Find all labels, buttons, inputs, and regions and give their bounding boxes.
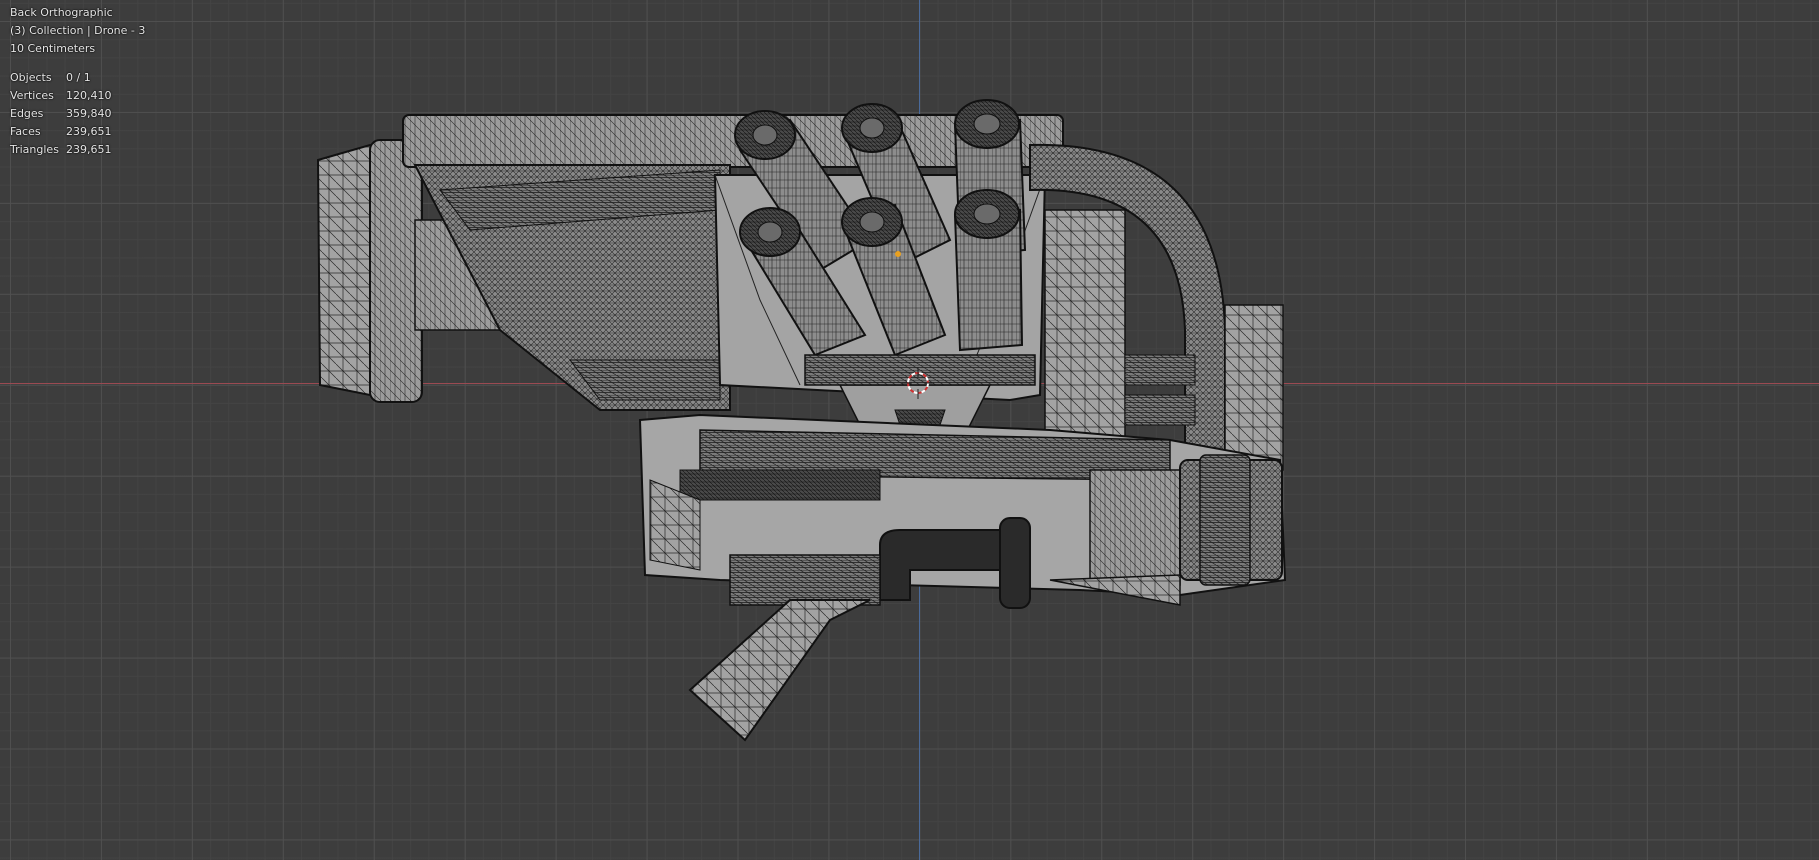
stat-objects: Objects 0 / 1 [10,71,91,84]
drone-mesh-model[interactable] [0,0,1819,860]
grid-scale-label: 10 Centimeters [10,42,96,55]
missile-tube-6 [953,189,1024,352]
3d-viewport[interactable]: Back Orthographic (3) Collection | Drone… [0,0,1819,860]
viewport-text-overlay: Back Orthographic (3) Collection | Drone… [10,4,145,159]
tube-rack [804,354,1036,386]
stat-triangles: Triangles 239,651 [10,143,112,156]
view-name: Back Orthographic [10,6,113,19]
stat-edges: Edges 359,840 [10,107,112,120]
origin-dot [895,251,901,257]
stat-vertices: Vertices 120,410 [10,89,112,102]
stat-faces: Faces 239,651 [10,125,112,138]
collection-label: (3) Collection | Drone - 3 [10,24,146,37]
